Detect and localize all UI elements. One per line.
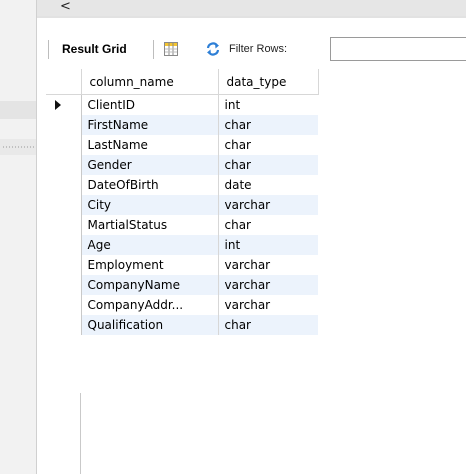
table-row[interactable]: ClientID int (46, 94, 318, 116)
cell-data-type[interactable]: char (218, 155, 318, 175)
cell-column-name[interactable]: CompanyName (81, 275, 219, 295)
tab-strip (37, 0, 466, 16)
table-row[interactable]: City varchar (46, 195, 318, 215)
row-selector[interactable] (46, 275, 82, 295)
table-row[interactable]: Employment varchar (46, 255, 318, 275)
column-header-column-name[interactable]: column_name (81, 69, 219, 95)
row-selector-header[interactable] (46, 69, 82, 95)
cell-column-name[interactable]: Employment (81, 255, 219, 275)
cell-data-type[interactable]: char (218, 135, 318, 155)
cell-column-name[interactable]: Gender (81, 155, 219, 175)
result-grid: column_name data_type ClientID int First… (46, 69, 319, 335)
row-selector[interactable] (46, 235, 82, 255)
cell-column-name[interactable]: City (81, 195, 219, 215)
row-selector[interactable] (46, 155, 82, 175)
row-selector[interactable] (46, 94, 82, 115)
cell-data-type[interactable]: varchar (218, 195, 318, 215)
cell-column-name[interactable]: LastName (81, 135, 219, 155)
row-selector[interactable] (46, 135, 82, 155)
filter-rows-label: Filter Rows: (229, 43, 288, 55)
cell-column-name[interactable]: MartialStatus (81, 215, 219, 235)
cell-data-type[interactable]: char (218, 115, 318, 135)
cell-data-type[interactable]: char (218, 315, 318, 335)
resize-grip[interactable] (2, 146, 34, 148)
column-header-data-type[interactable]: data_type (218, 69, 319, 95)
row-selector[interactable] (46, 115, 82, 135)
cell-data-type[interactable]: int (218, 95, 318, 116)
row-selector[interactable] (46, 295, 82, 315)
cell-column-name[interactable]: CompanyAddr... (81, 295, 219, 315)
row-selector-gutter (46, 393, 81, 474)
row-selector[interactable] (46, 195, 82, 215)
cell-data-type[interactable]: int (218, 235, 318, 255)
cell-data-type[interactable]: varchar (218, 275, 318, 295)
back-arrow-button[interactable]: < (60, 0, 71, 15)
table-row[interactable]: Age int (46, 235, 318, 255)
table-row[interactable]: FirstName char (46, 115, 318, 135)
cell-column-name[interactable]: FirstName (81, 115, 219, 135)
side-panel-row[interactable] (0, 101, 36, 119)
cell-column-name[interactable]: ClientID (81, 94, 219, 115)
grid-icon[interactable] (164, 42, 178, 56)
row-selector[interactable] (46, 315, 82, 335)
table-row[interactable]: CompanyAddr... varchar (46, 295, 318, 315)
toolbar-separator (48, 40, 49, 59)
side-panel (0, 0, 36, 474)
filter-rows-input[interactable] (330, 37, 466, 61)
cell-column-name[interactable]: DateOfBirth (81, 175, 219, 195)
row-selector[interactable] (46, 215, 82, 235)
cell-data-type[interactable]: char (218, 215, 318, 235)
dotted-separator (37, 16, 466, 18)
table-row[interactable]: DateOfBirth date (46, 175, 318, 195)
result-grid-button[interactable]: Result Grid (62, 42, 127, 56)
splitter[interactable] (36, 0, 37, 474)
cell-column-name[interactable]: Age (81, 235, 219, 255)
table-row[interactable]: Gender char (46, 155, 318, 175)
table-row[interactable]: LastName char (46, 135, 318, 155)
cell-data-type[interactable]: varchar (218, 295, 318, 315)
cell-data-type[interactable]: date (218, 175, 318, 195)
row-selector[interactable] (46, 175, 82, 195)
grid-header-row: column_name data_type (46, 69, 319, 95)
refresh-icon[interactable] (205, 42, 221, 56)
table-row[interactable]: Qualification char (46, 315, 318, 335)
triangle-right-icon (55, 100, 61, 110)
cell-data-type[interactable]: varchar (218, 255, 318, 275)
row-selector[interactable] (46, 255, 82, 275)
table-row[interactable]: CompanyName varchar (46, 275, 318, 295)
cell-column-name[interactable]: Qualification (81, 315, 219, 335)
table-row[interactable]: MartialStatus char (46, 215, 318, 235)
toolbar-separator (153, 40, 154, 59)
